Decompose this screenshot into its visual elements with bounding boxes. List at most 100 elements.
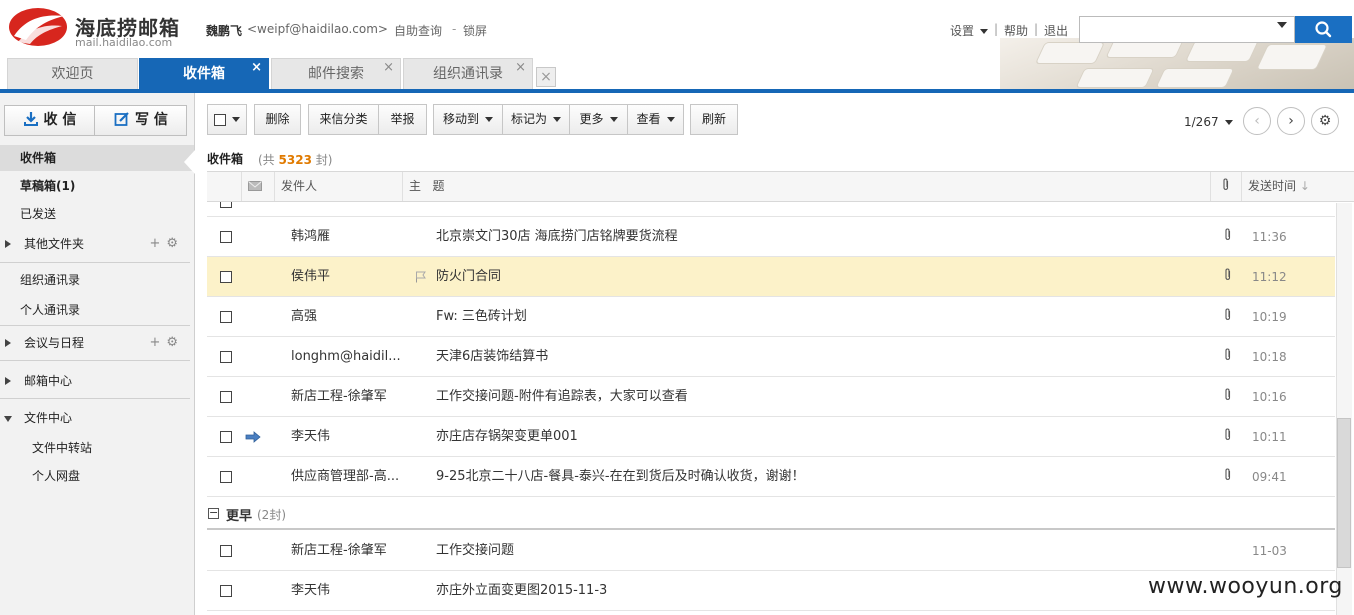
checkbox[interactable] [220,431,232,443]
checkbox[interactable] [220,585,232,597]
checkbox[interactable] [220,271,232,283]
close-icon[interactable]: × [383,59,394,77]
subject[interactable]: 亦庄店存锅架变更单001 [436,417,578,457]
add-icon[interactable]: + [149,335,166,350]
add-icon[interactable]: + [149,236,166,251]
table-row[interactable]: 高强 Fw: 三色砖计划 10:19 [207,297,1335,337]
tab-mail-search[interactable]: 邮件搜索 × [271,58,401,89]
expand-icon[interactable] [5,240,11,248]
checkbox[interactable] [220,202,232,208]
haidilao-logo[interactable] [8,6,70,48]
table-row[interactable]: 供应商管理部-高... 9-25北京二十八店-餐具-泰兴-在在到货后及时确认收货… [207,457,1335,497]
sidebar-item-sent[interactable]: 已发送 [0,201,194,227]
expand-icon[interactable] [5,339,11,347]
subject[interactable]: 防火门合同 [436,257,501,297]
sidebar-item-inbox[interactable]: 收件箱 [0,145,194,171]
subject[interactable]: 工作交接问题 [436,531,514,571]
sidebar-item-org-contacts[interactable]: 组织通讯录 [0,267,194,293]
checkbox[interactable] [214,113,226,126]
checkbox[interactable] [220,351,232,363]
close-all-tabs-icon[interactable]: × [536,67,556,87]
header-checkbox-col [207,172,242,201]
checkbox[interactable] [220,231,232,243]
search-scope-dropdown-icon[interactable] [1277,22,1287,28]
divider [0,398,190,399]
table-row[interactable]: 侯伟平 防火门合同 11:12 [207,257,1335,297]
receive-mail-button[interactable]: 收 信 [5,106,95,135]
checkbox[interactable] [220,391,232,403]
refresh-button[interactable]: 刷新 [690,104,738,135]
subject[interactable]: 9-25北京二十八店-餐具-泰兴-在在到货后及时确认收货，谢谢！ [436,457,805,497]
separator: | [1034,22,1039,36]
expand-icon[interactable] [5,377,11,385]
select-all-dropdown[interactable] [207,104,247,135]
time: 11:12 [1252,270,1287,284]
receive-label: 收 信 [43,112,77,128]
table-row[interactable] [207,202,1335,217]
search-button[interactable] [1295,16,1352,43]
scrollbar-thumb[interactable] [1337,418,1351,568]
sidebar-item-personal-contacts[interactable]: 个人通讯录 [0,297,194,323]
sidebar-item-file-center[interactable]: 文件中心 [0,405,194,431]
tab-inbox[interactable]: 收件箱 × [139,58,269,89]
divider [0,360,190,361]
table-row[interactable]: 韩鸿雁 北京崇文门30店 海底捞门店铭牌要货流程 11:36 [207,217,1335,257]
table-row[interactable]: 新店工程-徐肇军 工作交接问题 11-03 [207,531,1335,571]
tab-org-contacts[interactable]: 组织通讯录 × [403,58,533,89]
brand-domain: mail.haidilao.com [75,36,173,49]
close-icon[interactable]: × [251,59,262,77]
sidebar-item-meetings[interactable]: 会议与日程 +⚙ [0,330,194,356]
sidebar-item-drafts[interactable]: 草稿箱(1) [0,173,194,199]
table-row[interactable]: 新店工程-徐肇军 工作交接问题-附件有追踪表，大家可以查看 10:16 [207,377,1335,417]
flag-icon[interactable] [415,271,426,283]
subject[interactable]: Fw: 三色砖计划 [436,297,527,337]
chevron-right-icon: › [1288,113,1294,129]
app-header: 海底捞邮箱 mail.haidilao.com 魏鹏飞 <weipf@haidi… [0,0,1354,90]
header-time[interactable]: 发送时间 ↓ [1242,172,1354,201]
list-settings-button[interactable]: ⚙ [1311,107,1339,135]
sender: 新店工程-徐肇军 [291,389,387,404]
next-page-button[interactable]: › [1277,107,1305,135]
gear-icon[interactable]: ⚙ [166,236,184,251]
subject[interactable]: 北京崇文门30店 海底捞门店铭牌要货流程 [436,217,678,257]
write-mail-button[interactable]: 写 信 [96,106,186,135]
gear-icon[interactable]: ⚙ [166,335,184,350]
self-query-link[interactable]: 自助查询 [394,22,442,39]
subject[interactable]: 亦庄外立面变更图2015-11-3 [436,571,607,611]
tab-welcome[interactable]: 欢迎页 [7,58,138,89]
collapse-icon[interactable]: − [208,507,219,519]
settings-menu[interactable]: 设置 [950,22,989,39]
group-header[interactable]: − 更早 (2封) [207,497,1335,530]
move-to-button[interactable]: 移动到 [433,104,503,135]
help-link[interactable]: 帮助 [1004,22,1028,39]
classify-button[interactable]: 来信分类 [308,104,379,135]
header-attachment[interactable] [1211,172,1242,201]
delete-button[interactable]: 删除 [254,104,301,135]
logout-link[interactable]: 退出 [1044,22,1068,39]
report-button[interactable]: 举报 [378,104,427,135]
sidebar-item-other-folders[interactable]: 其他文件夹 +⚙ [0,231,194,257]
lock-screen-link[interactable]: 锁屏 [463,22,487,39]
subject[interactable]: 天津6店装饰结算书 [436,337,548,377]
mark-as-button[interactable]: 标记为 [502,104,570,135]
table-row[interactable]: 李天伟 亦庄店存锅架变更单001 10:11 [207,417,1335,457]
checkbox[interactable] [220,471,232,483]
close-icon[interactable]: × [515,59,526,77]
header-sender[interactable]: 发件人 [275,172,403,201]
prev-page-button[interactable]: ‹ [1243,107,1271,135]
paperclip-icon [1225,388,1231,400]
table-row[interactable]: longhm@haidil... 天津6店装饰结算书 10:18 [207,337,1335,377]
sidebar-item-mail-center[interactable]: 邮箱中心 [0,368,194,394]
more-button[interactable]: 更多 [569,104,628,135]
subject[interactable]: 工作交接问题-附件有追踪表，大家可以查看 [436,377,688,417]
view-button[interactable]: 查看 [627,104,684,135]
header-status-col[interactable] [242,172,275,201]
page-selector[interactable]: 1/267 [1184,115,1233,129]
checkbox[interactable] [220,545,232,557]
checkbox[interactable] [220,311,232,323]
search-input[interactable] [1079,16,1295,43]
header-subject[interactable]: 主 题 [403,172,1211,201]
collapse-icon[interactable] [4,416,12,422]
sidebar-item-file-transfer[interactable]: 文件中转站 [0,435,194,461]
sidebar-item-personal-disk[interactable]: 个人网盘 [0,463,194,489]
